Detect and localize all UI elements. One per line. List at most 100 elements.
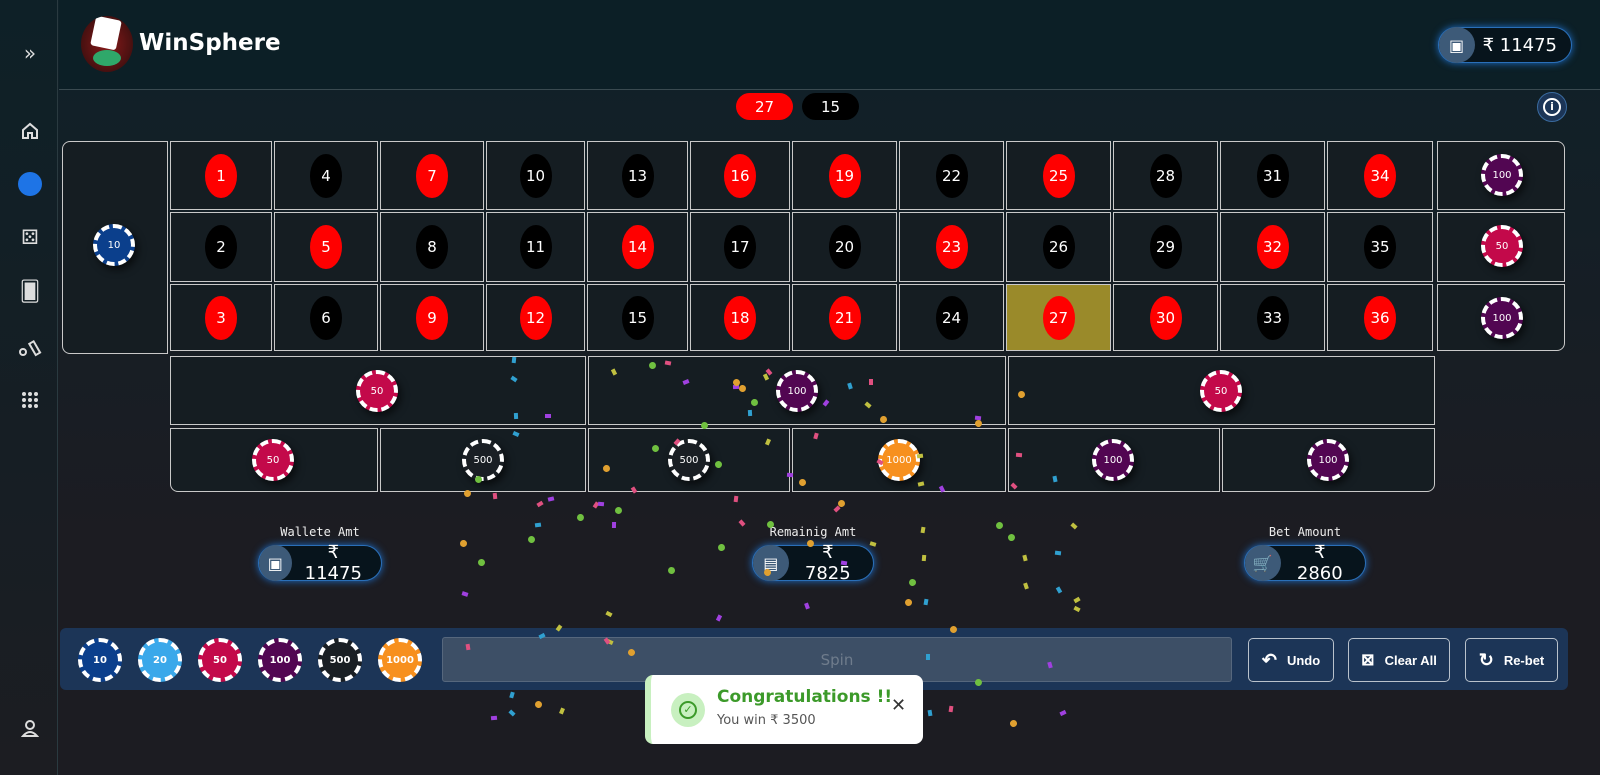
home-icon[interactable] bbox=[17, 118, 43, 144]
remaining-amount: ₹ 7825 bbox=[804, 542, 851, 584]
user-icon[interactable] bbox=[17, 715, 43, 741]
number-cell[interactable]: 35 bbox=[1327, 212, 1433, 282]
confetti-piece bbox=[459, 539, 468, 548]
number-cell[interactable]: 12 bbox=[486, 284, 585, 351]
header-wallet-balance[interactable]: ▣ ₹ 11475 bbox=[1437, 27, 1572, 63]
wallet-amount: ₹ 11475 bbox=[304, 542, 362, 584]
number-cell[interactable]: 16 bbox=[690, 141, 790, 210]
confetti-piece bbox=[994, 521, 1004, 530]
number-cell[interactable]: 1 bbox=[170, 141, 272, 210]
bet-chip: 50 bbox=[1200, 370, 1242, 412]
confetti-piece bbox=[923, 598, 929, 606]
number-cell[interactable]: 31 bbox=[1220, 141, 1325, 210]
number-cell[interactable]: 26 bbox=[1006, 212, 1111, 282]
confetti-piece bbox=[927, 709, 933, 716]
confetti-piece bbox=[547, 496, 555, 502]
number-cell[interactable]: 9 bbox=[380, 284, 484, 351]
number-cell[interactable]: 29 bbox=[1113, 212, 1218, 282]
history-result: 15 bbox=[802, 93, 859, 120]
number-cell[interactable]: 22 bbox=[899, 141, 1004, 210]
number-cell[interactable]: 20 bbox=[792, 212, 897, 282]
chip-select-50[interactable]: 50 bbox=[198, 638, 242, 682]
rebet-icon: ↻ bbox=[1478, 649, 1494, 670]
number-cell[interactable]: 2 bbox=[170, 212, 272, 282]
cards-icon[interactable]: 🂠 bbox=[17, 278, 43, 304]
confetti-piece bbox=[747, 409, 753, 417]
bet-chip: 50 bbox=[356, 370, 398, 412]
close-icon[interactable]: ✕ bbox=[891, 695, 906, 716]
bet-chip: 500 bbox=[668, 439, 710, 481]
confetti-piece bbox=[920, 526, 926, 534]
number-label: 11 bbox=[519, 225, 552, 269]
confetti-piece bbox=[1022, 554, 1028, 562]
number-cell[interactable]: 27 bbox=[1006, 284, 1111, 351]
number-cell[interactable]: 15 bbox=[587, 284, 688, 351]
number-label: 31 bbox=[1256, 153, 1289, 198]
chip-select-100[interactable]: 100 bbox=[258, 638, 302, 682]
confetti-piece bbox=[738, 519, 746, 527]
card-icon: ▤ bbox=[753, 545, 789, 581]
bet-chip: 100 bbox=[1481, 154, 1523, 196]
undo-button[interactable]: ↶ Undo bbox=[1248, 638, 1334, 682]
number-cell[interactable]: 33 bbox=[1220, 284, 1325, 351]
number-cell[interactable]: 14 bbox=[587, 212, 688, 282]
number-label: 28 bbox=[1149, 153, 1182, 198]
number-cell[interactable]: 30 bbox=[1113, 284, 1218, 351]
bet-label: Bet Amount bbox=[1268, 525, 1342, 539]
rebet-label: Re-bet bbox=[1503, 652, 1545, 668]
confetti-piece bbox=[558, 707, 565, 715]
number-cell[interactable]: 36 bbox=[1327, 284, 1433, 351]
rebet-button[interactable]: ↻ Re-bet bbox=[1465, 638, 1558, 682]
confetti-piece bbox=[1015, 452, 1022, 458]
info-icon[interactable]: i bbox=[1537, 92, 1567, 122]
confetti-piece bbox=[612, 521, 617, 528]
number-label: 4 bbox=[310, 153, 342, 198]
number-cell[interactable]: 34 bbox=[1327, 141, 1433, 210]
chip-select-500[interactable]: 500 bbox=[318, 638, 362, 682]
chip-select-10[interactable]: 10 bbox=[78, 638, 122, 682]
clear-all-button[interactable]: ⊠ Clear All bbox=[1348, 638, 1450, 682]
number-cell[interactable]: 4 bbox=[274, 141, 378, 210]
confetti-piece bbox=[534, 522, 542, 528]
bet-chip: 100 bbox=[776, 370, 818, 412]
number-cell[interactable]: 6 bbox=[274, 284, 378, 351]
spin-label: Spin bbox=[820, 650, 854, 669]
number-cell[interactable]: 21 bbox=[792, 284, 897, 351]
bet-chip: 100 bbox=[1307, 439, 1349, 481]
number-cell[interactable]: 23 bbox=[899, 212, 1004, 282]
dice-icon[interactable]: ⚄ bbox=[17, 224, 43, 250]
roulette-icon[interactable] bbox=[17, 171, 43, 197]
toast-title: Congratulations !! bbox=[717, 687, 893, 707]
confetti-piece bbox=[511, 356, 517, 364]
number-cell[interactable]: 17 bbox=[690, 212, 790, 282]
number-label: 13 bbox=[621, 153, 654, 198]
number-cell[interactable]: 25 bbox=[1006, 141, 1111, 210]
number-cell[interactable]: 8 bbox=[380, 212, 484, 282]
number-cell[interactable]: 11 bbox=[486, 212, 585, 282]
confetti-piece bbox=[868, 378, 873, 385]
number-cell[interactable]: 10 bbox=[486, 141, 585, 210]
chip-select-20[interactable]: 20 bbox=[138, 638, 182, 682]
number-cell[interactable]: 32 bbox=[1220, 212, 1325, 282]
cricket-icon[interactable] bbox=[17, 333, 43, 359]
number-cell[interactable]: 18 bbox=[690, 284, 790, 351]
number-cell[interactable]: 7 bbox=[380, 141, 484, 210]
confetti-piece bbox=[544, 414, 551, 419]
number-cell[interactable]: 28 bbox=[1113, 141, 1218, 210]
chip-select-1000[interactable]: 1000 bbox=[378, 638, 422, 682]
number-label: 7 bbox=[416, 153, 448, 198]
number-cell[interactable]: 13 bbox=[587, 141, 688, 210]
confetti-piece bbox=[508, 709, 516, 717]
number-cell[interactable]: 5 bbox=[274, 212, 378, 282]
apps-grid-icon[interactable] bbox=[17, 387, 43, 413]
number-cell[interactable]: 19 bbox=[792, 141, 897, 210]
bet-amount: ₹ 2860 bbox=[1296, 542, 1343, 584]
number-cell[interactable]: 24 bbox=[899, 284, 1004, 351]
clear-label: Clear All bbox=[1384, 652, 1437, 668]
number-label: 2 bbox=[205, 225, 237, 269]
expand-icon[interactable]: » bbox=[17, 40, 43, 66]
number-label: 33 bbox=[1256, 295, 1289, 340]
confetti-piece bbox=[476, 557, 487, 568]
confetti-piece bbox=[1008, 718, 1018, 728]
number-cell[interactable]: 3 bbox=[170, 284, 272, 351]
